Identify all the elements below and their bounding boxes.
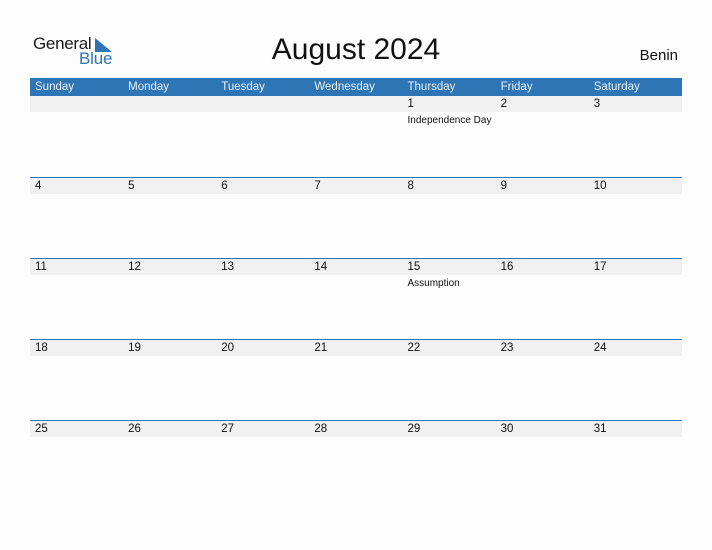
week-row: 25 26 27 28 29 30 31 <box>30 420 682 501</box>
day-cell: 12 <box>123 259 216 275</box>
day-number: 26 <box>128 423 141 435</box>
week-row: 1 Independence Day 2 3 <box>30 96 682 177</box>
day-cell: 9 <box>496 178 589 194</box>
day-cell: 20 <box>216 340 309 356</box>
day-number: 4 <box>35 180 42 192</box>
holiday-label: Assumption <box>407 278 460 289</box>
day-number: 24 <box>593 342 607 354</box>
day-number: 6 <box>221 180 228 192</box>
day-number: 29 <box>407 423 421 435</box>
date-band: 11 12 13 14 15 Assumption 16 17 <box>30 259 682 289</box>
weekday-sunday: Sunday <box>35 81 75 93</box>
day-cell: 8 <box>403 178 496 194</box>
day-number: 23 <box>500 342 514 354</box>
day-number: 20 <box>221 342 235 354</box>
weekday-tuesday: Tuesday <box>221 81 265 93</box>
day-number: 21 <box>314 342 328 354</box>
day-number: 30 <box>500 423 514 435</box>
day-cell <box>30 96 123 112</box>
day-number: 3 <box>593 98 601 110</box>
day-number: 11 <box>35 261 47 273</box>
week-row: 18 19 20 21 22 23 24 <box>30 339 682 420</box>
day-number: 5 <box>128 180 135 192</box>
day-number: 10 <box>593 180 607 192</box>
day-number: 1 <box>407 98 414 110</box>
day-cell: 1 Independence Day <box>403 96 496 126</box>
day-cell: 30 <box>496 421 589 437</box>
weekday-saturday: Saturday <box>593 81 640 93</box>
day-cell: 18 <box>30 340 123 356</box>
day-number: 13 <box>221 261 235 273</box>
day-number: 16 <box>500 261 514 273</box>
day-cell: 16 <box>496 259 589 275</box>
day-cell: 21 <box>309 340 402 356</box>
day-number: 8 <box>407 180 414 192</box>
calendar-grid: Sunday Monday Tuesday Wednesday Thursday… <box>30 78 682 501</box>
day-cell: 31 <box>589 421 682 437</box>
day-cell <box>309 96 402 112</box>
day-cell: 7 <box>309 178 402 194</box>
day-cell <box>123 96 216 112</box>
day-number: 14 <box>314 261 328 273</box>
day-cell: 10 <box>589 178 682 194</box>
weekday-thursday: Thursday <box>407 81 456 93</box>
holiday-label: Independence Day <box>407 115 492 126</box>
day-number: 31 <box>593 423 607 435</box>
calendar-title: August 2024 <box>271 33 441 66</box>
day-cell: 27 <box>216 421 309 437</box>
day-cell: 29 <box>403 421 496 437</box>
day-cell: 3 <box>589 96 682 112</box>
day-cell: 6 <box>216 178 309 194</box>
date-band: 25 26 27 28 29 30 31 <box>30 421 682 437</box>
weekday-monday: Monday <box>128 81 170 93</box>
day-cell: 25 <box>30 421 123 437</box>
day-cell: 11 <box>30 259 123 275</box>
day-cell: 19 <box>123 340 216 356</box>
day-cell: 14 <box>309 259 402 275</box>
day-cell: 23 <box>496 340 589 356</box>
day-number: 7 <box>314 180 321 192</box>
week-row: 4 5 6 7 8 9 10 <box>30 177 682 258</box>
day-number: 27 <box>221 423 235 435</box>
day-number: 22 <box>407 342 421 354</box>
day-number: 15 <box>407 261 421 273</box>
day-cell: 24 <box>589 340 682 356</box>
day-number: 17 <box>593 261 607 273</box>
day-cell: 5 <box>123 178 216 194</box>
day-cell <box>216 96 309 112</box>
day-cell: 13 <box>216 259 309 275</box>
day-number: 19 <box>128 342 141 354</box>
date-band: 18 19 20 21 22 23 24 <box>30 340 682 356</box>
weekday-friday: Friday <box>500 81 533 93</box>
day-cell: 26 <box>123 421 216 437</box>
week-row: 11 12 13 14 15 Assumption 16 17 <box>30 258 682 339</box>
day-cell: 2 <box>496 96 589 112</box>
date-band: 1 Independence Day 2 3 <box>30 96 682 126</box>
weekday-wednesday: Wednesday <box>314 81 375 93</box>
day-cell: 22 <box>403 340 496 356</box>
country-label: Benin <box>639 47 678 64</box>
day-number: 12 <box>128 261 141 273</box>
weekday-header: Sunday Monday Tuesday Wednesday Thursday… <box>30 78 682 96</box>
day-number: 9 <box>500 180 508 192</box>
day-number: 2 <box>500 98 508 110</box>
day-cell: 28 <box>309 421 402 437</box>
weeks-container: 1 Independence Day 2 3 4 5 6 7 8 9 10 11 12 13 14 15 Ass… <box>30 96 682 501</box>
date-band: 4 5 6 7 8 9 10 <box>30 178 682 194</box>
day-cell: 17 <box>589 259 682 275</box>
day-cell: 15 Assumption <box>403 259 496 289</box>
day-number: 28 <box>314 423 328 435</box>
day-number: 18 <box>35 342 48 354</box>
day-cell: 4 <box>30 178 123 194</box>
day-number: 25 <box>35 423 48 435</box>
